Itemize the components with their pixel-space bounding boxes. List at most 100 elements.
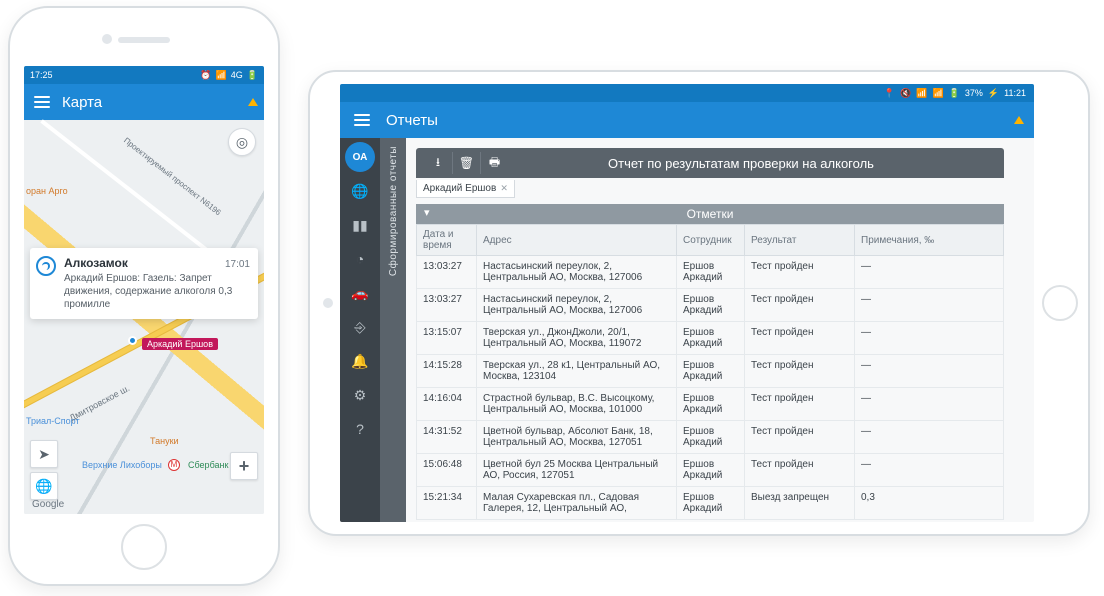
center-button[interactable]: ◎ (228, 128, 256, 156)
table-header-row: Дата и время Адрес Сотрудник Результат П… (417, 225, 1004, 256)
cell-time: 14:16:04 (417, 388, 477, 421)
help-icon: ? (356, 421, 364, 437)
poi-trial: Триал-Спорт (26, 416, 80, 426)
cell-time: 14:15:28 (417, 355, 477, 388)
table-row[interactable]: 14:15:28Тверская ул., 28 к1, Центральный… (417, 355, 1004, 388)
report-pane: ⭳ 🗑 🖶 Отчет по результатам проверки на а… (406, 138, 1034, 522)
battery-icon: 🔋 (949, 88, 960, 99)
cell-employee: Ершов Аркадий (677, 421, 745, 454)
cell-time: 15:21:34 (417, 487, 477, 520)
phone-app-title: Карта (62, 94, 102, 111)
chip-label: Аркадий Ершов (423, 183, 496, 194)
car-icon: 🚗 (351, 285, 368, 302)
phone-appbar: Карта (24, 84, 264, 120)
cell-result: Тест пройден (745, 355, 855, 388)
cell-notes: — (855, 421, 1004, 454)
battery-icon: 🔋 (247, 70, 258, 81)
print-icon: 🖶 (489, 153, 500, 174)
mylocation-button[interactable]: ➤ (30, 440, 58, 468)
layers-button[interactable]: 🌐 (30, 472, 58, 500)
tablet-camera (323, 298, 333, 308)
table-row[interactable]: 14:31:52Цветной бульвар, Абсолют Банк, 1… (417, 421, 1004, 454)
cell-result: Тест пройден (745, 256, 855, 289)
menu-button[interactable] (354, 114, 370, 126)
sidebar-item-clock[interactable]: ◔ (345, 244, 375, 274)
tablet-device: 📍 🔇 📶 📶 🔋 37% ⚡ 11:21 Отчеты ОА 🌐 ▮▮ ◔ 🚗 (308, 70, 1090, 536)
sidebar-item-car[interactable]: 🚗 (345, 278, 375, 308)
notification-body: Аркадий Ершов: Газель: Запрет движения, … (64, 272, 250, 311)
tablet-app-title: Отчеты (386, 112, 438, 129)
filter-chip[interactable]: Аркадий Ершов ✕ (416, 180, 515, 198)
col-employee: Сотрудник (677, 225, 745, 256)
poi-sber: Сбербанк (188, 460, 228, 470)
cell-employee: Ершов Аркадий (677, 355, 745, 388)
section-header[interactable]: ▾ Отметки (416, 204, 1004, 224)
alarm-icon: ⏰ (200, 70, 211, 81)
cell-result: Выезд запрещен (745, 487, 855, 520)
print-button[interactable]: 🖶 (480, 152, 508, 174)
cell-result: Тест пройден (745, 289, 855, 322)
poi-likhobory: Верхние Лихоборы (82, 460, 162, 470)
sidebar-item-help[interactable]: ? (345, 414, 375, 444)
sidebar-item-chart[interactable]: ▮▮ (345, 210, 375, 240)
cell-employee: Ершов Аркадий (677, 388, 745, 421)
cell-time: 15:06:48 (417, 454, 477, 487)
sidebar-item-logout[interactable]: ⎆ (345, 312, 375, 342)
phone-statusbar: 17:25 ⏰ 📶 4G 🔋 (24, 66, 264, 84)
table-row[interactable]: 13:03:27Настасьинский переулок, 2, Центр… (417, 256, 1004, 289)
notification-card[interactable]: Алкозамок 17:01 Аркадий Ершов: Газель: З… (30, 248, 258, 319)
map-pin-label[interactable]: Аркадий Ершов (142, 338, 218, 350)
cell-address: Тверская ул., ДжонДжоли, 20/1, Центральн… (477, 322, 677, 355)
cell-notes: — (855, 289, 1004, 322)
warning-icon (1014, 116, 1024, 124)
zoom-in-button[interactable]: + (230, 452, 258, 480)
signal-icon: 📶 (932, 88, 943, 99)
globe-icon: 🌐 (351, 183, 368, 200)
trash-icon: 🗑 (459, 156, 474, 170)
cell-result: Тест пройден (745, 322, 855, 355)
phone-home-button[interactable] (121, 524, 167, 570)
cell-time: 13:15:07 (417, 322, 477, 355)
location-icon: 📍 (884, 88, 895, 99)
menu-button[interactable] (34, 96, 50, 108)
cell-address: Страстной бульвар, В.С. Высоцкому, Центр… (477, 388, 677, 421)
sidebar-item-bell[interactable]: 🔔 (345, 346, 375, 376)
gauge-icon (36, 256, 56, 276)
cell-time: 14:31:52 (417, 421, 477, 454)
cell-notes: — (855, 322, 1004, 355)
cell-address: Настасьинский переулок, 2, Центральный А… (477, 256, 677, 289)
table-row[interactable]: 14:16:04Страстной бульвар, В.С. Высоцком… (417, 388, 1004, 421)
sidebar-item-oa[interactable]: ОА (345, 142, 375, 172)
table-row[interactable]: 15:21:34Малая Сухаревская пл., Садовая Г… (417, 487, 1004, 520)
table-row[interactable]: 13:03:27Настасьинский переулок, 2, Центр… (417, 289, 1004, 322)
download-button[interactable]: ⭳ (424, 152, 452, 174)
col-address: Адрес (477, 225, 677, 256)
report-table: Дата и время Адрес Сотрудник Результат П… (416, 224, 1004, 520)
cell-address: Цветной бульвар, Абсолют Банк, 18, Центр… (477, 421, 677, 454)
delete-button[interactable]: 🗑 (452, 152, 480, 174)
vertical-tab[interactable]: Сформированные отчеты (380, 138, 406, 522)
report-header: ⭳ 🗑 🖶 Отчет по результатам проверки на а… (416, 148, 1004, 178)
table-row[interactable]: 13:15:07Тверская ул., ДжонДжоли, 20/1, Ц… (417, 322, 1004, 355)
battery-percent: 37% (965, 88, 983, 98)
cell-address: Настасьинский переулок, 2, Центральный А… (477, 289, 677, 322)
table-row[interactable]: 15:06:48Цветной бул 25 Москва Центральны… (417, 454, 1004, 487)
cell-notes: — (855, 388, 1004, 421)
warning-icon (248, 98, 258, 106)
signal-icon: 📶 (216, 70, 227, 81)
statusbar-time: 11:21 (1004, 88, 1026, 98)
cell-employee: Ершов Аркадий (677, 454, 745, 487)
sidebar-item-settings[interactable]: ⚙ (345, 380, 375, 410)
sidebar-item-globe[interactable]: 🌐 (345, 176, 375, 206)
map-user-dot (128, 336, 137, 345)
cell-notes: — (855, 454, 1004, 487)
chevron-down-icon: ▾ (424, 206, 430, 219)
tablet-statusbar: 📍 🔇 📶 📶 🔋 37% ⚡ 11:21 (340, 84, 1034, 102)
chip-remove[interactable]: ✕ (500, 183, 508, 194)
map[interactable]: оран Арго Проектируемый проспект N6196 Д… (24, 120, 264, 514)
tablet-home-button[interactable] (1042, 285, 1078, 321)
col-notes: Примечания, ‰ (855, 225, 1004, 256)
phone-device: 17:25 ⏰ 📶 4G 🔋 Карта оран Арго Проектиру… (8, 6, 280, 586)
logout-icon: ⎆ (354, 319, 365, 336)
network-label: 4G (231, 70, 243, 80)
